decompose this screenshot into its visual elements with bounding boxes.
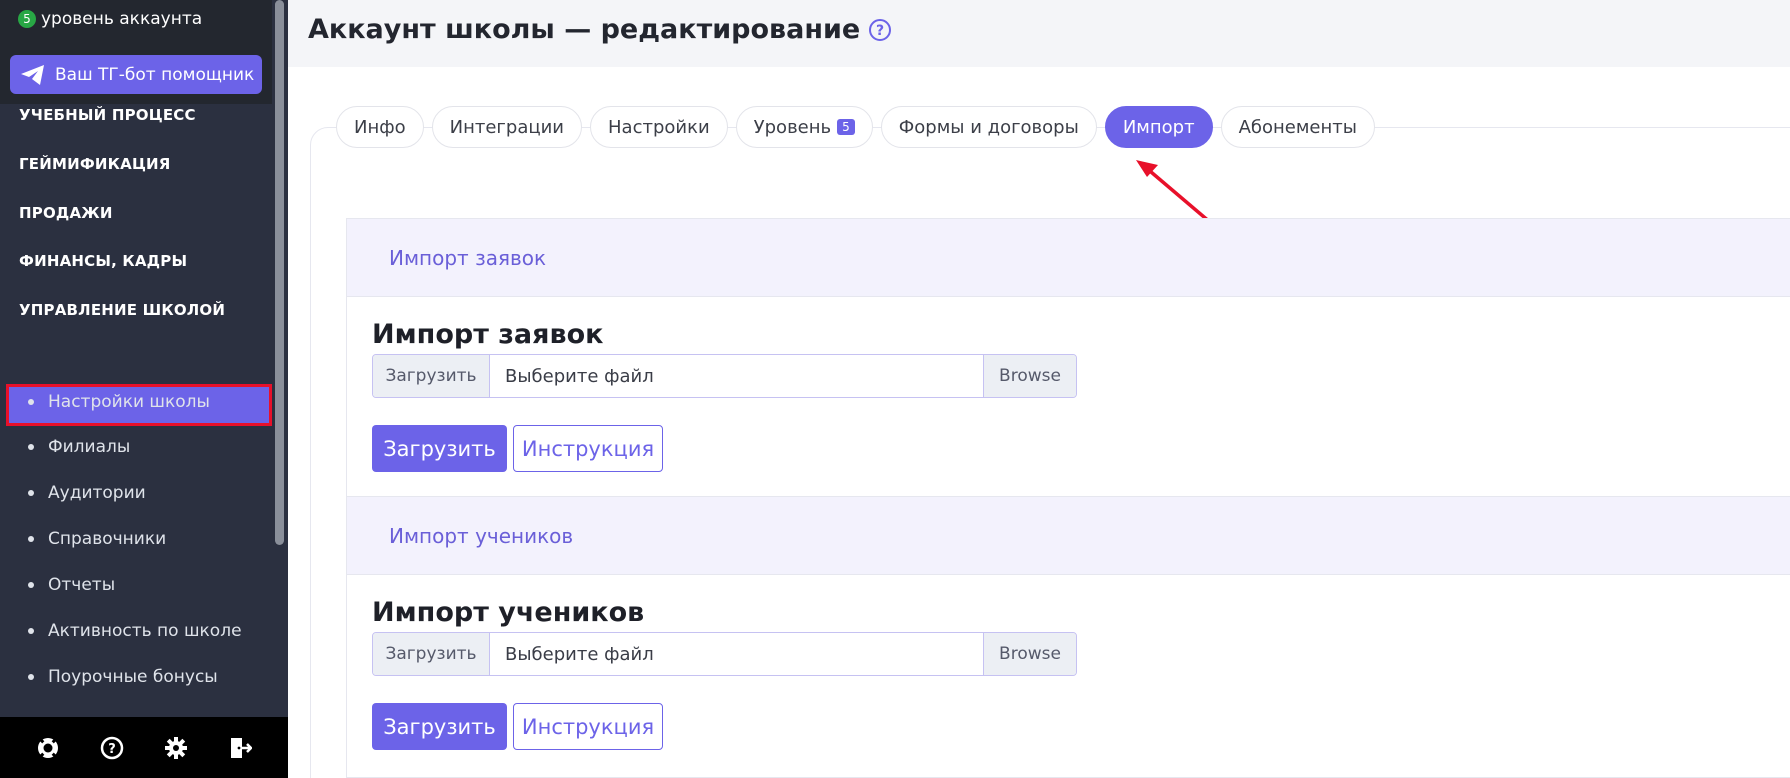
sidebar-section-finance[interactable]: ФИНАНСЫ, КАДРЫ — [19, 252, 187, 270]
sidebar-section-school-management[interactable]: УПРАВЛЕНИЕ ШКОЛОЙ — [19, 301, 225, 319]
import-students-card: Импорт учеников Импорт учеников Загрузит… — [346, 496, 1790, 778]
card-header[interactable]: Импорт учеников — [347, 497, 1790, 575]
tab-label: Формы и договоры — [898, 116, 1079, 138]
sidebar-item-label: Аудитории — [48, 483, 146, 503]
upload-button[interactable]: Загрузить — [372, 425, 507, 472]
browse-button[interactable]: Browse — [983, 633, 1076, 675]
tab-label: Импорт — [1122, 116, 1195, 138]
level-count-badge: 5 — [837, 119, 855, 135]
sidebar: 5 уровень аккаунта Ваш ТГ-бот помощник У… — [0, 0, 288, 778]
bullet-icon — [28, 490, 34, 496]
tab-bar: Инфо Интеграции Настройки Уровень 5 Форм… — [336, 106, 1375, 148]
tab-label: Абонементы — [1238, 116, 1357, 138]
logout-icon[interactable] — [228, 736, 252, 760]
sidebar-item-branches[interactable]: Филиалы — [28, 437, 130, 457]
tab-subscriptions[interactable]: Абонементы — [1220, 106, 1375, 148]
tab-label: Настройки — [608, 116, 710, 138]
sidebar-item-label: Справочники — [48, 529, 167, 549]
tab-label: Уровень — [753, 116, 832, 138]
sidebar-item-reports[interactable]: Отчеты — [28, 575, 115, 595]
help-circle-icon[interactable]: ? — [100, 736, 124, 760]
sidebar-section-gamification[interactable]: ГЕЙМИФИКАЦИЯ — [19, 155, 171, 173]
level-text: уровень аккаунта — [41, 9, 203, 29]
level-badge: 5 — [18, 10, 36, 28]
page-title: Аккаунт школы — редактирование ? — [308, 14, 892, 45]
sidebar-item-school-settings[interactable]: Настройки школы — [28, 392, 210, 412]
sidebar-scrollbar-thumb[interactable] — [275, 0, 284, 545]
sidebar-item-lesson-bonuses[interactable]: Поурочные бонусы — [28, 667, 218, 687]
tg-bot-button[interactable]: Ваш ТГ-бот помощник — [10, 55, 262, 94]
tab-level[interactable]: Уровень 5 — [735, 106, 873, 148]
file-input-prefix: Загрузить — [373, 633, 490, 675]
browse-button[interactable]: Browse — [983, 355, 1076, 397]
help-icon[interactable]: ? — [868, 18, 892, 42]
sidebar-section-learning[interactable]: УЧЕБНЫЙ ПРОЦЕСС — [19, 106, 196, 124]
sidebar-section-sales[interactable]: ПРОДАЖИ — [19, 204, 113, 222]
upload-button[interactable]: Загрузить — [372, 703, 507, 750]
tg-bot-button-label: Ваш ТГ-бот помощник — [55, 64, 255, 85]
sidebar-item-label: Отчеты — [48, 575, 116, 595]
page-title-text: Аккаунт школы — редактирование — [308, 14, 861, 45]
sidebar-item-label: Поурочные бонусы — [48, 667, 218, 687]
instruction-button[interactable]: Инструкция — [513, 703, 663, 750]
sidebar-footer: ? — [0, 717, 288, 778]
sidebar-item-label: Настройки школы — [48, 392, 210, 412]
file-input-prefix: Загрузить — [373, 355, 490, 397]
card-body: Импорт заявок Загрузить Выберите файл Br… — [347, 297, 1790, 496]
svg-text:?: ? — [876, 23, 884, 39]
telegram-icon — [21, 64, 44, 85]
tab-label: Интеграции — [449, 116, 564, 138]
lifebuoy-icon[interactable] — [36, 736, 60, 760]
bullet-icon — [28, 582, 34, 588]
sidebar-header: 5 уровень аккаунта Ваш ТГ-бот помощник — [0, 0, 272, 104]
bullet-icon — [28, 536, 34, 542]
bullet-icon — [28, 444, 34, 450]
sidebar-item-label: Филиалы — [48, 437, 131, 457]
page-header: Аккаунт школы — редактирование ? — [288, 0, 1790, 67]
tab-integrations[interactable]: Интеграции — [431, 106, 582, 148]
tab-label: Инфо — [354, 116, 406, 138]
file-input[interactable]: Выберите файл — [490, 633, 983, 675]
sidebar-item-school-activity[interactable]: Активность по школе — [28, 621, 242, 641]
tab-info[interactable]: Инфо — [336, 106, 424, 148]
account-level[interactable]: 5 уровень аккаунта — [18, 9, 202, 29]
bullet-icon — [28, 674, 34, 680]
card-title: Импорт учеников — [372, 597, 645, 628]
file-input[interactable]: Выберите файл — [490, 355, 983, 397]
import-requests-card: Импорт заявок Импорт заявок Загрузить Вы… — [346, 218, 1790, 497]
gear-icon[interactable] — [164, 736, 188, 760]
bullet-icon — [28, 628, 34, 634]
file-input-group: Загрузить Выберите файл Browse — [372, 354, 1077, 398]
tab-forms-contracts[interactable]: Формы и договоры — [880, 106, 1097, 148]
card-body: Импорт учеников Загрузить Выберите файл … — [347, 575, 1790, 774]
sidebar-item-directories[interactable]: Справочники — [28, 529, 166, 549]
bullet-icon — [28, 399, 34, 405]
tab-settings[interactable]: Настройки — [590, 106, 728, 148]
sidebar-item-label: Активность по школе — [48, 621, 242, 641]
sidebar-item-classrooms[interactable]: Аудитории — [28, 483, 146, 503]
file-input-group: Загрузить Выберите файл Browse — [372, 632, 1077, 676]
card-header[interactable]: Импорт заявок — [347, 219, 1790, 297]
card-title: Импорт заявок — [372, 319, 604, 350]
tab-import[interactable]: Импорт — [1104, 106, 1213, 148]
svg-text:?: ? — [108, 742, 116, 757]
instruction-button[interactable]: Инструкция — [513, 425, 663, 472]
